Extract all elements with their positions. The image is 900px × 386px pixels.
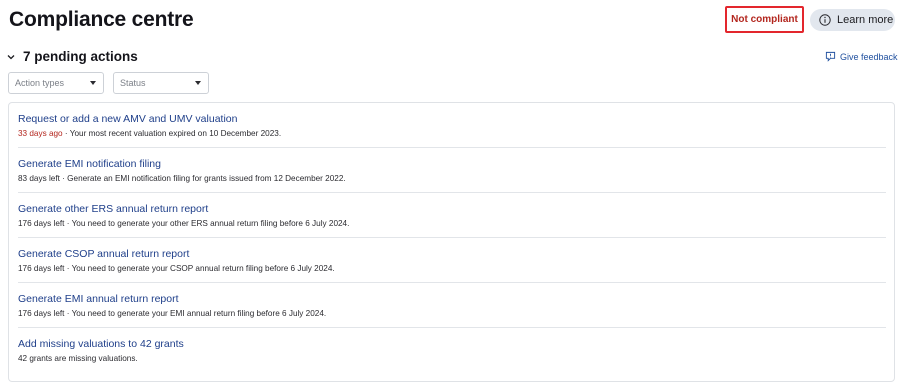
action-separator: · xyxy=(62,129,70,138)
action-item: Generate CSOP annual return report 176 d… xyxy=(18,238,886,283)
action-title[interactable]: Request or add a new AMV and UMV valuati… xyxy=(18,113,237,125)
action-detail: Your most recent valuation expired on 10… xyxy=(69,129,282,138)
action-detail: You need to generate your EMI annual ret… xyxy=(71,309,327,318)
action-due: 33 days ago xyxy=(18,129,63,138)
action-types-filter[interactable]: Action types xyxy=(8,72,104,94)
action-detail: You need to generate your other ERS annu… xyxy=(71,219,350,228)
caret-down-icon xyxy=(195,81,201,85)
action-meta: 176 days left · You need to generate you… xyxy=(18,264,335,273)
action-item: Generate other ERS annual return report … xyxy=(18,193,886,238)
action-due: 176 days left xyxy=(18,219,65,228)
action-meta: 33 days ago · Your most recent valuation… xyxy=(18,129,281,138)
action-meta: 176 days left · You need to generate you… xyxy=(18,219,349,228)
give-feedback-label: Give feedback xyxy=(840,51,898,62)
action-separator: · xyxy=(64,219,72,228)
pending-actions-list: Request or add a new AMV and UMV valuati… xyxy=(8,102,895,382)
action-title[interactable]: Add missing valuations to 42 grants xyxy=(18,338,184,350)
action-separator: · xyxy=(64,309,72,318)
page-title: Compliance centre xyxy=(9,8,194,31)
status-badge: Not compliant xyxy=(725,6,804,33)
section-title: 7 pending actions xyxy=(23,49,138,64)
section-toggle[interactable]: 7 pending actions xyxy=(6,49,138,64)
status-label: Status xyxy=(120,78,146,88)
learn-more-label: Learn more xyxy=(837,14,894,26)
action-meta: 83 days left · Generate an EMI notificat… xyxy=(18,174,346,183)
action-due: 176 days left xyxy=(18,309,65,318)
action-detail: You need to generate your CSOP annual re… xyxy=(71,264,335,273)
action-meta: 176 days left · You need to generate you… xyxy=(18,309,326,318)
action-meta: 42 grants are missing valuations. xyxy=(18,354,138,363)
action-detail: 42 grants are missing valuations. xyxy=(18,354,138,363)
action-separator: · xyxy=(64,264,72,273)
action-types-label: Action types xyxy=(15,78,65,88)
give-feedback-link[interactable]: Give feedback xyxy=(825,51,898,62)
status-filter[interactable]: Status xyxy=(113,72,209,94)
action-title[interactable]: Generate EMI annual return report xyxy=(18,293,179,305)
info-icon xyxy=(819,14,831,26)
chevron-down-icon xyxy=(7,54,15,59)
action-item: Add missing valuations to 42 grants 42 g… xyxy=(18,328,886,373)
action-due: 83 days left xyxy=(18,174,60,183)
action-title[interactable]: Generate CSOP annual return report xyxy=(18,248,189,260)
action-item: Generate EMI notification filing 83 days… xyxy=(18,148,886,193)
feedback-icon xyxy=(825,51,836,62)
action-detail: Generate an EMI notification filing for … xyxy=(67,174,346,183)
action-title[interactable]: Generate other ERS annual return report xyxy=(18,203,208,215)
action-item: Generate EMI annual return report 176 da… xyxy=(18,283,886,328)
caret-down-icon xyxy=(90,81,96,85)
action-due: 176 days left xyxy=(18,264,65,273)
action-title[interactable]: Generate EMI notification filing xyxy=(18,158,161,170)
action-item: Request or add a new AMV and UMV valuati… xyxy=(18,103,886,148)
learn-more-button[interactable]: Learn more xyxy=(810,9,895,31)
